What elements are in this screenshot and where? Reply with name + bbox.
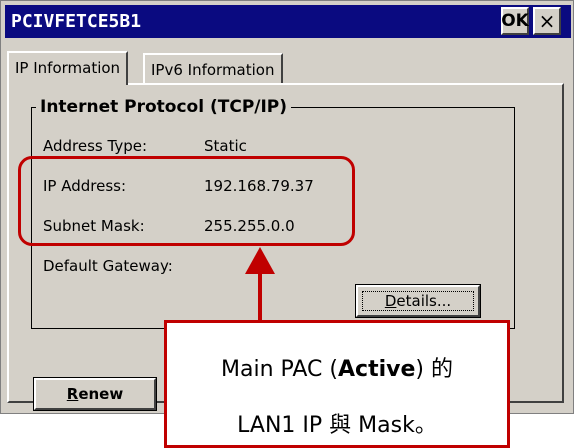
ok-button[interactable]: OK bbox=[501, 7, 529, 35]
close-icon: × bbox=[538, 9, 556, 33]
group-title: Internet Protocol (TCP/IP) bbox=[36, 97, 292, 117]
arrow-up-icon bbox=[245, 247, 275, 274]
details-label: etails... bbox=[396, 292, 452, 310]
close-button[interactable]: × bbox=[533, 7, 561, 35]
ip-mask-highlight bbox=[18, 156, 355, 246]
renew-button[interactable]: Renew bbox=[33, 377, 157, 411]
details-accel: D bbox=[384, 292, 397, 310]
tab-ipv6-information[interactable]: IPv6 Information bbox=[143, 53, 283, 83]
renew-accel: R bbox=[66, 385, 79, 403]
renew-label: enew bbox=[78, 385, 124, 403]
tab-ip-information[interactable]: IP Information bbox=[7, 51, 129, 85]
arrow-shaft bbox=[258, 272, 262, 322]
title-bar: PCIVFETCE5B1 OK × bbox=[5, 5, 571, 38]
callout-line-1: Main PAC (Active) 的 bbox=[221, 357, 453, 382]
annotation-callout: Main PAC (Active) 的 LAN1 IP 與 Mask。 bbox=[164, 320, 510, 448]
default-gateway-label: Default Gateway: bbox=[43, 257, 173, 275]
callout-line-2: LAN1 IP 與 Mask。 bbox=[237, 413, 437, 438]
address-type-value: Static bbox=[204, 137, 247, 155]
tab-label: IP Information bbox=[15, 59, 121, 77]
window-title: PCIVFETCE5B1 bbox=[11, 11, 142, 32]
address-type-label: Address Type: bbox=[43, 137, 148, 155]
tab-label: IPv6 Information bbox=[151, 61, 275, 79]
details-button[interactable]: Details... bbox=[355, 284, 481, 318]
